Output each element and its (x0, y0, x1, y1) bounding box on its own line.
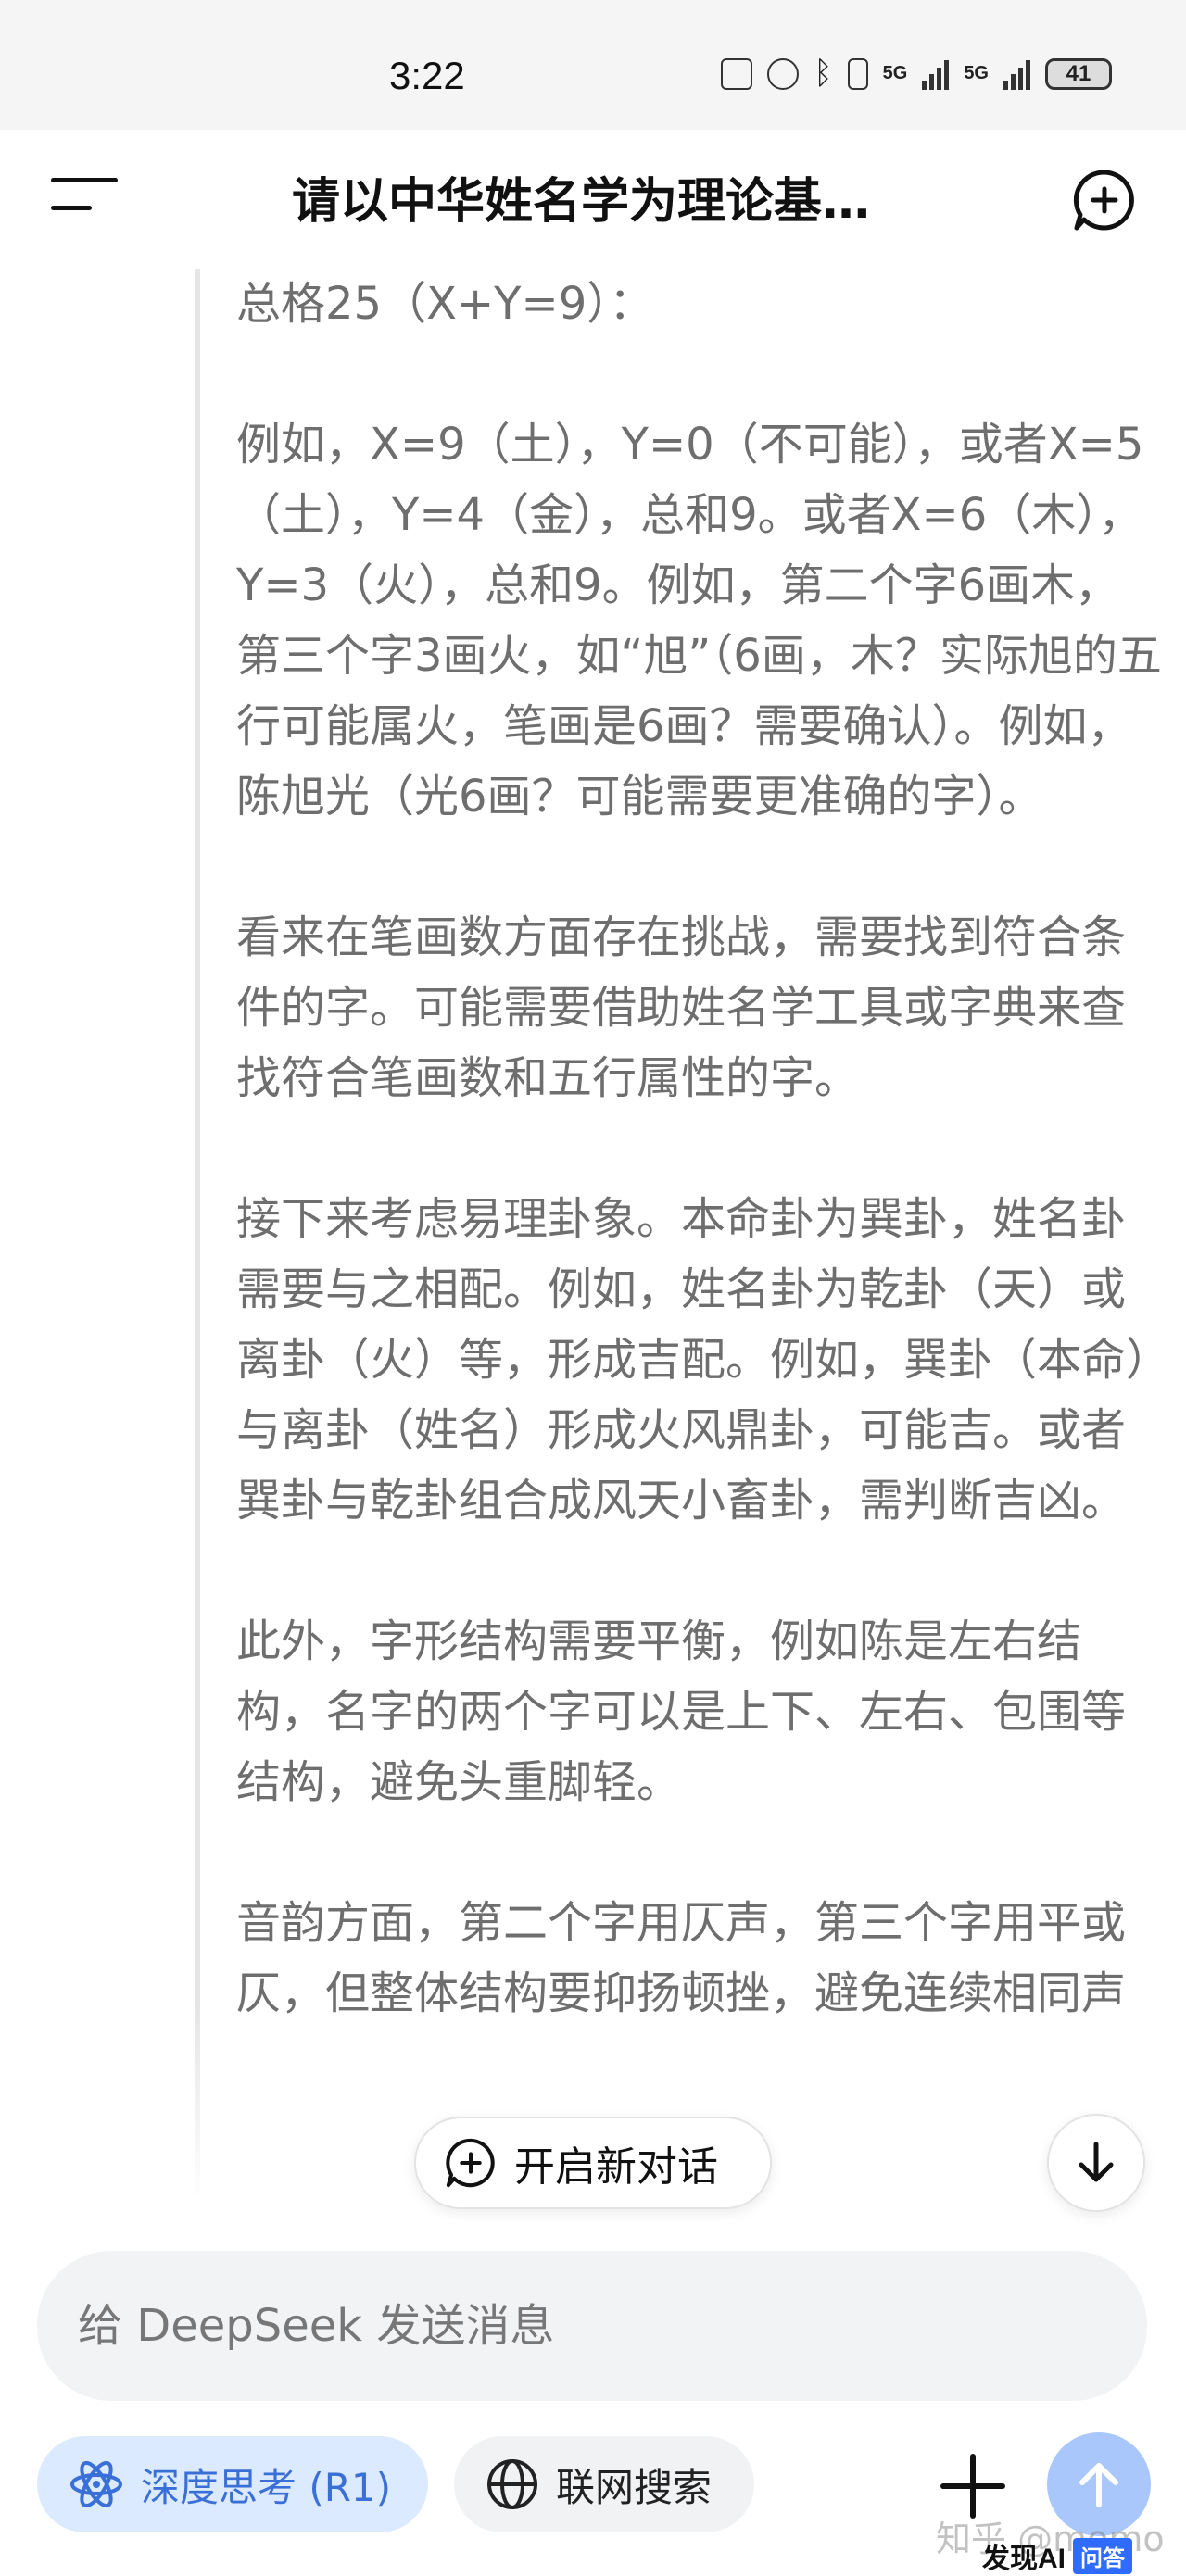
signal-icon (922, 58, 950, 90)
new-chat-button[interactable]: 开启新对话 (414, 2117, 772, 2209)
chat-plus-icon (446, 2138, 495, 2188)
menu-icon[interactable] (51, 176, 118, 213)
new-chat-label: 开启新对话 (514, 2143, 718, 2191)
watermark-badge: 发现AI 问答 (982, 2537, 1132, 2574)
deep-think-label: 深度思考 (R1) (141, 2464, 392, 2510)
thinking-paragraph: 此外，字形结构需要平衡，例如陈是左右结构，名字的两个字可以是上下、左右、包围等结… (236, 1615, 1127, 1808)
status-bar: 3:22 ᛒ 5G 5G 41 (0, 0, 1186, 130)
page-title: 请以中华姓名学为理论基… (292, 174, 871, 230)
composer-toolbar: 深度思考 (R1) 联网搜索 知乎 @momo 发现AI 问答 (0, 2427, 1186, 2574)
arrow-up-icon (1079, 2463, 1118, 2507)
alarm-icon (767, 57, 800, 90)
network-type-2: 5G (964, 63, 989, 83)
thinking-paragraph: 接下来考虑易理卦象。本命卦为巽卦，姓名卦需要与之相配。例如，姓名卦为乾卦（天）或… (236, 1193, 1149, 1527)
vibrate-icon (847, 57, 868, 90)
thinking-quote-bar (195, 269, 200, 2195)
status-time: 3:22 (389, 54, 465, 97)
thinking-paragraph: 音韵方面，第二个字用仄声，第三个字用平或仄，但整体结构要抑扬顿挫，避免连续相同声 (236, 1897, 1127, 2019)
network-type: 5G (882, 63, 908, 83)
signal-icon-2 (1003, 58, 1030, 90)
chat-content[interactable]: 总格25（X+Y=9）： 例如，X=9（土），Y=0（不可能），或者X=5（土）… (0, 269, 1186, 2205)
badge-brand: 发现AI (982, 2544, 1066, 2574)
battery-icon: 41 (1045, 57, 1112, 90)
status-icons: ᛒ 5G 5G 41 (721, 56, 1112, 92)
atom-icon (70, 2460, 122, 2508)
arrow-down-icon (1079, 2142, 1114, 2182)
badge-tag: 问答 (1073, 2537, 1132, 2574)
scroll-to-bottom-button[interactable] (1047, 2114, 1145, 2212)
message-composer[interactable] (37, 2251, 1147, 2401)
battery-level: 41 (1066, 60, 1091, 86)
new-chat-icon[interactable] (1071, 167, 1138, 233)
deep-think-toggle[interactable]: 深度思考 (R1) (37, 2436, 428, 2532)
globe-icon (487, 2459, 537, 2509)
app-header: 请以中华姓名学为理论基… (0, 130, 1186, 269)
nfc-icon (721, 57, 753, 90)
thinking-paragraph: 总格25（X+Y=9）： (236, 278, 654, 330)
thinking-text: 总格25（X+Y=9）： 例如，X=9（土），Y=0（不可能），或者X=5（土）… (236, 269, 1163, 2099)
thinking-paragraph: 例如，X=9（土），Y=0（不可能），或者X=5（土），Y=4（金），总和9。或… (236, 419, 1162, 823)
message-input[interactable] (76, 2299, 1053, 2353)
bluetooth-icon: ᛒ (814, 56, 833, 91)
thinking-paragraph: 看来在笔画数方面存在挑战，需要找到符合条件的字。可能需要借助姓名学工具或字典来查… (236, 911, 1127, 1104)
web-search-label: 联网搜索 (556, 2464, 713, 2510)
web-search-toggle[interactable]: 联网搜索 (454, 2436, 754, 2532)
